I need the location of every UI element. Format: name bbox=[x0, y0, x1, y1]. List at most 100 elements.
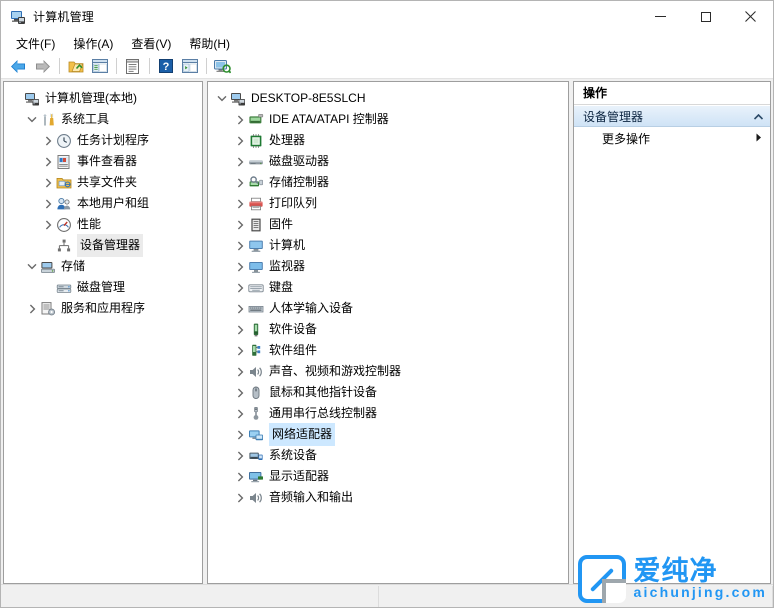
chevron-right-icon[interactable] bbox=[232, 451, 248, 461]
computer-management-window: 计算机管理 文件(F) 操作(A) 查看(V) 帮助(H) bbox=[0, 0, 774, 608]
actions-section-device-manager[interactable]: 设备管理器 bbox=[574, 105, 770, 127]
console-tree-item-6[interactable]: 性能 bbox=[4, 214, 202, 235]
task-scheduler-icon bbox=[56, 133, 72, 149]
chevron-right-icon[interactable] bbox=[232, 199, 248, 209]
chevron-right-icon[interactable] bbox=[232, 241, 248, 251]
tree-item-label: 任务计划程序 bbox=[77, 130, 152, 151]
device-tree-item-4[interactable]: 打印队列 bbox=[208, 193, 568, 214]
chevron-right-icon[interactable] bbox=[232, 262, 248, 272]
maximize-button[interactable] bbox=[683, 1, 728, 32]
chevron-right-icon[interactable] bbox=[232, 388, 248, 398]
device-tree-item-12[interactable]: 声音、视频和游戏控制器 bbox=[208, 361, 568, 382]
device-tree-item-13[interactable]: 鼠标和其他指针设备 bbox=[208, 382, 568, 403]
tree-item-label: 存储控制器 bbox=[269, 172, 332, 193]
device-tree-item-16[interactable]: 系统设备 bbox=[208, 445, 568, 466]
chevron-up-icon[interactable] bbox=[754, 109, 763, 123]
help-button[interactable]: ? bbox=[154, 55, 177, 77]
console-tree-item-7[interactable]: 设备管理器 bbox=[4, 235, 202, 256]
menu-view[interactable]: 查看(V) bbox=[122, 33, 180, 54]
menu-file[interactable]: 文件(F) bbox=[7, 33, 64, 54]
chevron-down-icon[interactable] bbox=[24, 116, 40, 123]
device-tree-item-9[interactable]: 人体学输入设备 bbox=[208, 298, 568, 319]
tree-item-label: 磁盘管理 bbox=[77, 277, 128, 298]
console-tree-item-2[interactable]: 任务计划程序 bbox=[4, 130, 202, 151]
scan-hardware-button[interactable] bbox=[211, 55, 234, 77]
minimize-button[interactable] bbox=[638, 1, 683, 32]
tree-item-label: 声音、视频和游戏控制器 bbox=[269, 361, 404, 382]
back-button[interactable] bbox=[7, 55, 30, 77]
chevron-right-icon[interactable] bbox=[232, 325, 248, 335]
chevron-right-icon[interactable] bbox=[40, 157, 56, 167]
tree-item-label: 本地用户和组 bbox=[77, 193, 152, 214]
tree-item-label: 音频输入和输出 bbox=[269, 487, 356, 508]
console-tree-item-9[interactable]: 磁盘管理 bbox=[4, 277, 202, 298]
chevron-down-icon[interactable] bbox=[24, 263, 40, 270]
device-tree-root[interactable]: DESKTOP-8E5SLCH bbox=[208, 88, 568, 109]
mouse-icon bbox=[248, 385, 264, 401]
menu-help[interactable]: 帮助(H) bbox=[180, 33, 239, 54]
chevron-right-icon[interactable] bbox=[232, 367, 248, 377]
chevron-right-icon[interactable] bbox=[232, 136, 248, 146]
console-tree-pane[interactable]: 计算机管理(本地)系统工具任务计划程序事件查看器共享文件夹本地用户和组性能设备管… bbox=[3, 81, 203, 584]
device-tree-item-8[interactable]: 键盘 bbox=[208, 277, 568, 298]
tree-item-label: 固件 bbox=[269, 214, 296, 235]
chevron-right-icon[interactable] bbox=[232, 472, 248, 482]
device-tree-item-0[interactable]: IDE ATA/ATAPI 控制器 bbox=[208, 109, 568, 130]
device-tree-item-18[interactable]: 音频输入和输出 bbox=[208, 487, 568, 508]
console-tree-item-3[interactable]: 事件查看器 bbox=[4, 151, 202, 172]
chevron-right-icon[interactable] bbox=[232, 493, 248, 503]
computer-node-icon bbox=[230, 91, 246, 107]
caption-button-group bbox=[638, 1, 773, 32]
properties-button[interactable] bbox=[121, 55, 144, 77]
chevron-right-icon[interactable] bbox=[232, 283, 248, 293]
device-tree-item-5[interactable]: 固件 bbox=[208, 214, 568, 235]
action-item-label: 更多操作 bbox=[602, 130, 650, 147]
performance-icon bbox=[56, 217, 72, 233]
device-tree-item-10[interactable]: 软件设备 bbox=[208, 319, 568, 340]
chevron-right-icon[interactable] bbox=[40, 178, 56, 188]
menu-action[interactable]: 操作(A) bbox=[64, 33, 122, 54]
device-tree-item-7[interactable]: 监视器 bbox=[208, 256, 568, 277]
device-tree-item-6[interactable]: 计算机 bbox=[208, 235, 568, 256]
chevron-right-icon[interactable] bbox=[232, 430, 248, 440]
device-tree-item-14[interactable]: 通用串行总线控制器 bbox=[208, 403, 568, 424]
device-tree-item-3[interactable]: 存储控制器 bbox=[208, 172, 568, 193]
keyboard-icon bbox=[248, 280, 264, 296]
chevron-right-icon[interactable] bbox=[232, 220, 248, 230]
chevron-right-icon[interactable] bbox=[232, 409, 248, 419]
chevron-right-icon[interactable] bbox=[232, 304, 248, 314]
chevron-right-icon[interactable] bbox=[40, 136, 56, 146]
status-resize-grip[interactable] bbox=[379, 586, 774, 607]
show-tree-button[interactable] bbox=[88, 55, 111, 77]
list-view-button[interactable] bbox=[178, 55, 201, 77]
console-tree-item-8[interactable]: 存储 bbox=[4, 256, 202, 277]
device-tree-item-11[interactable]: 软件组件 bbox=[208, 340, 568, 361]
chevron-right-icon[interactable] bbox=[40, 220, 56, 230]
chevron-down-icon[interactable] bbox=[214, 95, 230, 102]
close-button[interactable] bbox=[728, 1, 773, 32]
device-tree-item-17[interactable]: 显示适配器 bbox=[208, 466, 568, 487]
tree-item-label: 软件组件 bbox=[269, 340, 320, 361]
chevron-right-icon[interactable] bbox=[232, 178, 248, 188]
console-tree-item-10[interactable]: 服务和应用程序 bbox=[4, 298, 202, 319]
chevron-right-icon[interactable] bbox=[232, 157, 248, 167]
device-tree-item-2[interactable]: 磁盘驱动器 bbox=[208, 151, 568, 172]
chevron-right-icon[interactable] bbox=[24, 304, 40, 314]
action-item-more-actions[interactable]: 更多操作 bbox=[574, 127, 770, 149]
console-tree-item-5[interactable]: 本地用户和组 bbox=[4, 193, 202, 214]
monitor-icon bbox=[248, 259, 264, 275]
chevron-right-icon[interactable] bbox=[232, 115, 248, 125]
device-tree-item-15[interactable]: 网络适配器 bbox=[208, 424, 568, 445]
disk-management-icon bbox=[56, 280, 72, 296]
console-tree-item-1[interactable]: 系统工具 bbox=[4, 109, 202, 130]
tree-item-label: 服务和应用程序 bbox=[61, 298, 148, 319]
console-tree-item-0[interactable]: 计算机管理(本地) bbox=[4, 88, 202, 109]
forward-button[interactable] bbox=[31, 55, 54, 77]
tree-item-label: 计算机管理(本地) bbox=[45, 88, 140, 109]
device-tree-pane[interactable]: DESKTOP-8E5SLCHIDE ATA/ATAPI 控制器处理器磁盘驱动器… bbox=[207, 81, 569, 584]
up-folder-button[interactable] bbox=[64, 55, 87, 77]
chevron-right-icon[interactable] bbox=[232, 346, 248, 356]
console-tree-item-4[interactable]: 共享文件夹 bbox=[4, 172, 202, 193]
chevron-right-icon[interactable] bbox=[40, 199, 56, 209]
device-tree-item-1[interactable]: 处理器 bbox=[208, 130, 568, 151]
